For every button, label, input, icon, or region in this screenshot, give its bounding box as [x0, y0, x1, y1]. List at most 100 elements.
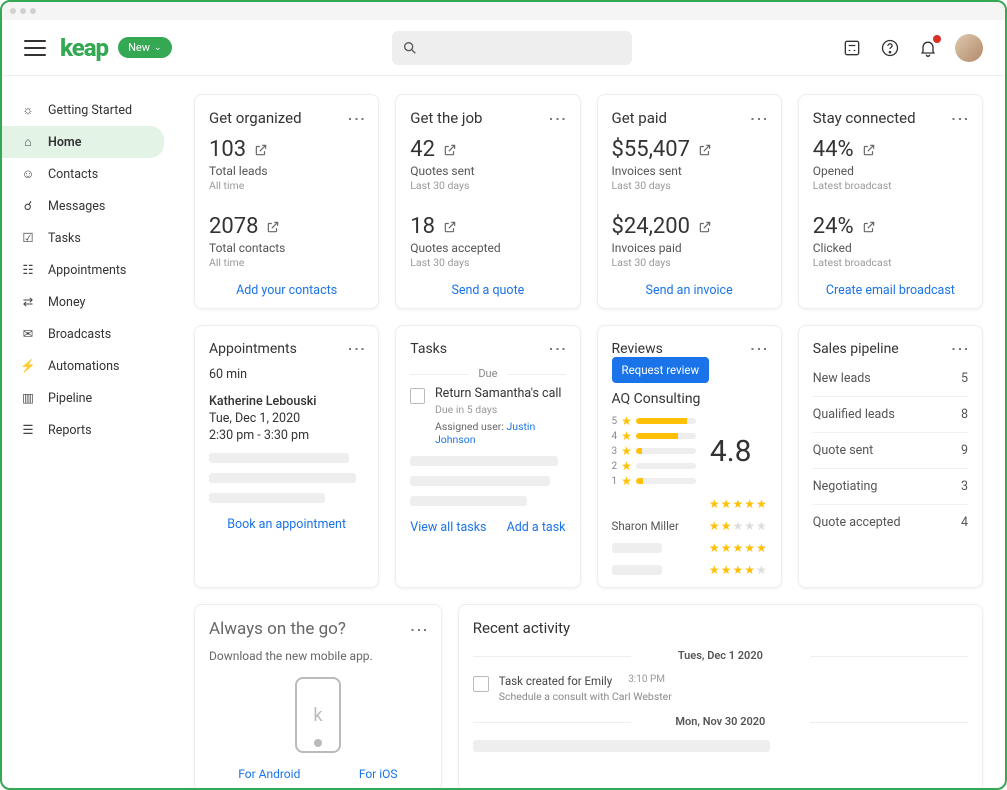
card-title: Stay connected: [813, 109, 916, 127]
person-icon: ☺: [20, 166, 36, 182]
create-broadcast-link[interactable]: Create email broadcast: [813, 283, 968, 298]
activity-time: 3:10 PM: [628, 674, 665, 688]
appointment-date: Tue, Dec 1, 2020: [209, 411, 364, 426]
send-invoice-link[interactable]: Send an invoice: [612, 283, 767, 298]
phone-icon: k: [295, 677, 341, 753]
card-stay-connected: Stay connected⋮ 44%OpenedLatest broadcas…: [798, 94, 983, 309]
add-contacts-link[interactable]: Add your contacts: [209, 283, 364, 298]
kebab-icon[interactable]: ⋮: [409, 621, 427, 638]
kebab-icon[interactable]: ⋮: [749, 110, 767, 127]
view-all-tasks-link[interactable]: View all tasks: [410, 520, 486, 535]
sidebar-item-contacts[interactable]: ☺Contacts: [2, 158, 164, 190]
sidebar-item-pipeline[interactable]: ▥Pipeline: [2, 382, 164, 414]
card-title: Get the job: [410, 109, 482, 127]
card-tasks: Tasks ⋮ Due Return Samantha's call Due in…: [395, 325, 580, 588]
sidebar-item-home[interactable]: ⌂Home: [2, 126, 164, 158]
sidebar-item-messages[interactable]: ☌Messages: [2, 190, 164, 222]
send-quote-link[interactable]: Send a quote: [410, 283, 565, 298]
external-link-icon[interactable]: [443, 143, 457, 157]
card-title: Recent activity: [473, 619, 968, 637]
placeholder-line: [410, 456, 557, 466]
sidebar-item-automations[interactable]: ⚡Automations: [2, 350, 164, 382]
pipeline-row[interactable]: Quote accepted4: [813, 505, 968, 540]
ios-link[interactable]: For iOS: [359, 767, 398, 781]
checkbox[interactable]: [410, 388, 425, 404]
sidebar-item-appointments[interactable]: ☷Appointments: [2, 254, 164, 286]
appointment-duration: 60 min: [209, 367, 364, 382]
pipeline-icon: ▥: [20, 390, 36, 406]
mobile-subtitle: Download the new mobile app.: [209, 649, 427, 663]
menu-icon[interactable]: [24, 40, 46, 56]
placeholder-line: [209, 453, 349, 463]
kebab-icon[interactable]: ⋮: [548, 110, 566, 127]
pipeline-row[interactable]: New leads5: [813, 361, 968, 397]
card-title: Always on the go?: [209, 619, 346, 639]
placeholder-line: [410, 496, 526, 506]
external-link-icon[interactable]: [862, 220, 876, 234]
bell-icon[interactable]: [917, 37, 939, 59]
sidebar-item-money[interactable]: ⇄Money: [2, 286, 164, 318]
activity-date: Tues, Dec 1 2020: [473, 645, 968, 666]
review-row: ★★★★★: [612, 541, 767, 555]
card-get-organized: Get organized⋮ 103Total leadsAll time 20…: [194, 94, 379, 309]
request-review-button[interactable]: Request review: [612, 357, 710, 383]
add-task-link[interactable]: Add a task: [507, 520, 566, 535]
task-name: Return Samantha's call: [435, 386, 566, 401]
card-title: Sales pipeline: [813, 341, 899, 357]
lightbulb-icon: ☼: [20, 102, 36, 118]
card-title: Reviews: [612, 341, 663, 357]
card-get-the-job: Get the job⋮ 42Quotes sentLast 30 days 1…: [395, 94, 580, 309]
review-row: Sharon Miller★★★★★: [612, 519, 767, 533]
chat-icon: ☌: [20, 198, 36, 214]
activity-row: Task created for Emily3:10 PM Schedule a…: [473, 666, 968, 711]
external-link-icon[interactable]: [266, 220, 280, 234]
external-link-icon[interactable]: [254, 143, 268, 157]
external-link-icon[interactable]: [862, 143, 876, 157]
placeholder-line: [410, 476, 550, 486]
search-input[interactable]: [392, 31, 632, 65]
external-link-icon[interactable]: [698, 220, 712, 234]
pipeline-row[interactable]: Qualified leads8: [813, 397, 968, 433]
book-appointment-link[interactable]: Book an appointment: [209, 517, 364, 532]
kebab-icon[interactable]: ⋮: [346, 340, 364, 357]
sidebar-item-reports[interactable]: ☰Reports: [2, 414, 164, 446]
main-content: Get organized⋮ 103Total leadsAll time 20…: [164, 76, 1005, 788]
avatar[interactable]: [955, 34, 983, 62]
kebab-icon[interactable]: ⋮: [548, 340, 566, 357]
kebab-icon[interactable]: ⋮: [950, 340, 968, 357]
placeholder-line: [209, 473, 356, 483]
help-icon[interactable]: [879, 37, 901, 59]
rating-distribution: 5★4★3★2★1★: [612, 413, 696, 489]
android-link[interactable]: For Android: [238, 767, 300, 781]
megaphone-icon: ✉: [20, 326, 36, 342]
task-due: Due in 5 days: [435, 403, 566, 416]
sidebar-item-tasks[interactable]: ☑Tasks: [2, 222, 164, 254]
activity-subtitle: Schedule a consult with Carl Webster: [499, 690, 968, 703]
appointment-name: Katherine Lebouski: [209, 394, 364, 409]
external-link-icon[interactable]: [443, 220, 457, 234]
checklist-icon: ☑: [20, 230, 36, 246]
card-title: Appointments: [209, 341, 297, 357]
calculator-icon[interactable]: [841, 37, 863, 59]
kebab-icon[interactable]: ⋮: [950, 110, 968, 127]
new-button[interactable]: New ⌄: [118, 37, 172, 58]
home-icon: ⌂: [20, 134, 36, 150]
review-company: AQ Consulting: [612, 391, 767, 407]
pipeline-row[interactable]: Quote sent9: [813, 433, 968, 469]
kebab-icon[interactable]: ⋮: [749, 340, 767, 357]
card-title: Tasks: [410, 341, 447, 357]
due-divider: Due: [410, 367, 565, 380]
money-icon: ⇄: [20, 294, 36, 310]
appointment-time: 2:30 pm - 3:30 pm: [209, 428, 364, 443]
placeholder-line: [473, 740, 770, 752]
sidebar-item-broadcasts[interactable]: ✉Broadcasts: [2, 318, 164, 350]
sidebar-item-getting-started[interactable]: ☼Getting Started: [2, 94, 164, 126]
window-titlebar: [2, 2, 1005, 20]
kebab-icon[interactable]: ⋮: [346, 110, 364, 127]
pipeline-row[interactable]: Negotiating3: [813, 469, 968, 505]
external-link-icon[interactable]: [698, 143, 712, 157]
sidebar: ☼Getting Started ⌂Home ☺Contacts ☌Messag…: [2, 76, 164, 788]
card-mobile-app: Always on the go? ⋮ Download the new mobi…: [194, 604, 442, 788]
card-title: Get organized: [209, 109, 302, 127]
chevron-down-icon: ⌄: [154, 43, 162, 53]
